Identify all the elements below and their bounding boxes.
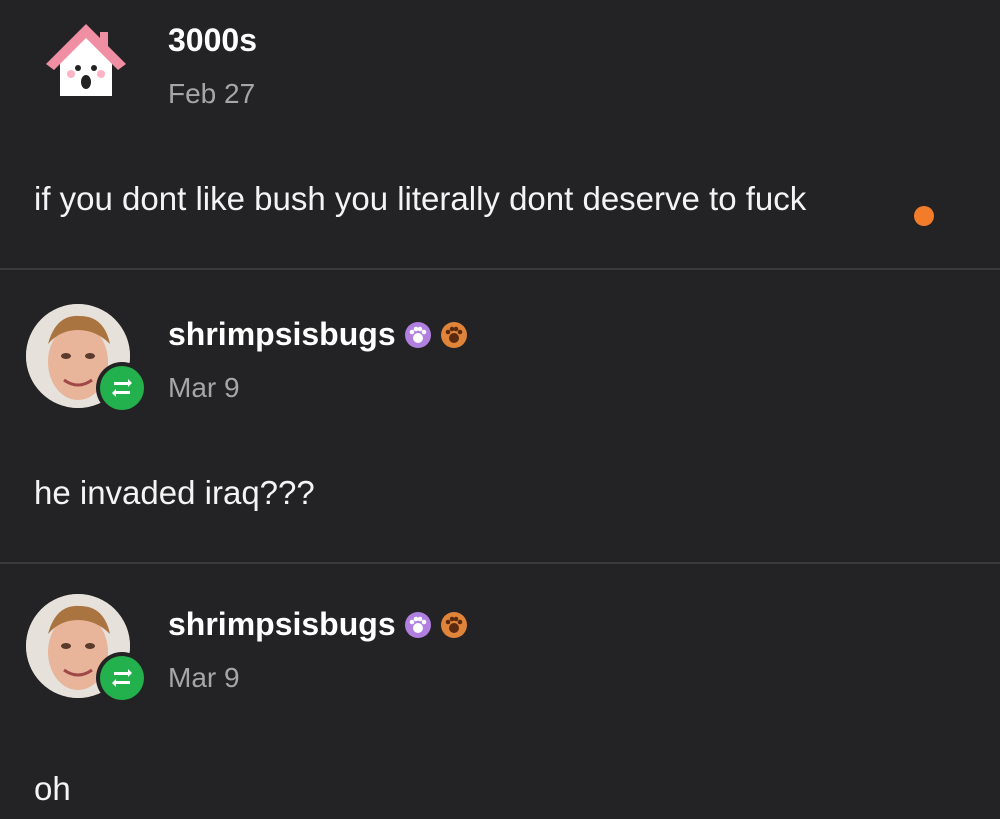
avatar[interactable]	[36, 12, 148, 124]
post-body: he invaded iraq???	[34, 474, 315, 511]
username[interactable]: shrimpsisbugs	[168, 316, 468, 353]
post-shrimpsisbugs-2: shrimpsisbugs Mar 9 oh	[0, 564, 1000, 819]
post-date: Feb 27	[168, 78, 256, 109]
house-icon	[46, 24, 126, 96]
notification-dot	[914, 206, 934, 226]
post-date: Mar 9	[168, 662, 240, 693]
reblog-badge	[96, 362, 148, 414]
post-date: Mar 9	[168, 372, 240, 403]
orange-paw-badge	[440, 611, 467, 638]
avatar[interactable]	[26, 594, 148, 706]
reblog-icon	[112, 379, 132, 397]
purple-paw-badge	[404, 611, 431, 638]
username[interactable]: 3000s	[168, 22, 257, 59]
post-3000s: 3000s Feb 27 if you dont like bush you l…	[0, 0, 1000, 268]
post-body: oh	[34, 770, 71, 807]
purple-paw-badge	[404, 321, 431, 348]
post-body: if you dont like bush you literally dont…	[34, 180, 807, 217]
reblog-icon	[112, 669, 132, 687]
post-shrimpsisbugs-1: shrimpsisbugs Mar 9 he invaded iraq???	[0, 270, 1000, 562]
reblog-badge	[96, 652, 148, 704]
avatar[interactable]	[26, 304, 148, 416]
orange-paw-badge	[440, 321, 467, 348]
username[interactable]: shrimpsisbugs	[168, 606, 468, 643]
